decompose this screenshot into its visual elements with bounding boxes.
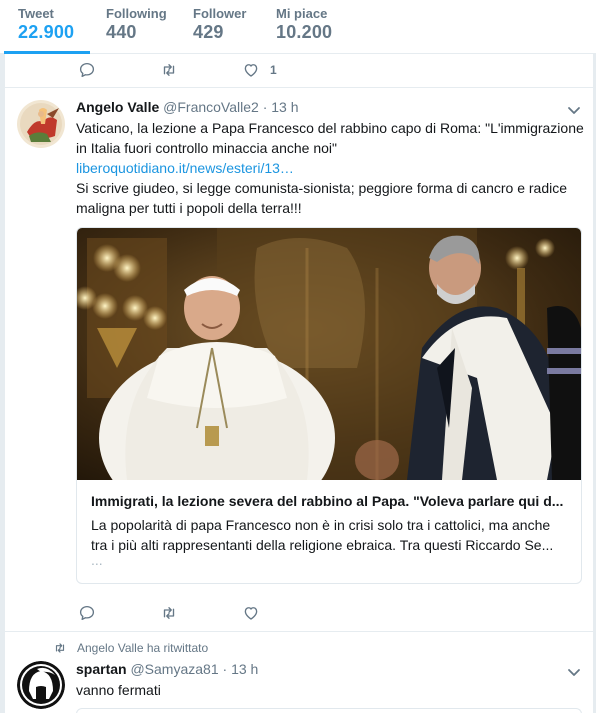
- retweet-icon: [163, 64, 175, 76]
- retweet-icon: [55, 643, 65, 653]
- profile-stats-bar: Tweet 22.900 Following 440 Follower 429 …: [0, 0, 596, 54]
- stat-followers-label: Follower: [193, 6, 247, 21]
- tweet-text-line: Si scrive giudeo, si legge comunista-sio…: [76, 180, 568, 196]
- author-name[interactable]: spartan: [76, 661, 127, 677]
- stat-following[interactable]: Following 440: [106, 6, 167, 43]
- stat-likes-label: Mi piace: [276, 6, 328, 21]
- tweet-divider: [5, 631, 593, 632]
- card-image: [77, 228, 581, 480]
- like-icon: [244, 64, 258, 77]
- retweet-button[interactable]: [160, 61, 178, 79]
- author-handle[interactable]: @Samyaza81: [130, 661, 218, 677]
- like-button[interactable]: [242, 604, 260, 622]
- chevron-down-icon[interactable]: [566, 102, 582, 118]
- reply-icon: [79, 605, 95, 621]
- tweet-text-line: vanno fermati: [76, 682, 161, 698]
- tweet-text: Vaticano, la lezione a Papa Francesco de…: [76, 118, 584, 218]
- stat-tweets-label: Tweet: [18, 6, 54, 21]
- card-desc-line: La popolarità di papa Francesco non è in…: [91, 517, 551, 533]
- stat-following-value: 440: [106, 22, 137, 42]
- tweet-text-line: in Italia fuori controllo minaccia anche…: [76, 140, 337, 156]
- reply-icon: [79, 62, 95, 78]
- stat-tweets-value: 22.900: [18, 22, 75, 42]
- retweet-context[interactable]: Angelo Valle ha ritwittato: [53, 641, 208, 655]
- stat-following-label: Following: [106, 6, 167, 21]
- stat-followers[interactable]: Follower 429: [193, 6, 246, 43]
- tweet-link[interactable]: liberoquotidiano.it/news/esteri/13…: [76, 158, 584, 178]
- retweet-button[interactable]: [160, 604, 178, 622]
- avatar[interactable]: [17, 661, 65, 709]
- spartan-helmet-icon: [17, 661, 65, 709]
- stat-tweets[interactable]: Tweet 22.900: [18, 6, 74, 43]
- card-desc-line: tra i più alti rappresentanti della reli…: [91, 537, 554, 553]
- retweet-context-label: Angelo Valle ha ritwittato: [77, 641, 209, 655]
- author-name[interactable]: Angelo Valle: [76, 99, 159, 115]
- tweet-header: spartan @Samyaza81 · 13 h: [76, 661, 259, 677]
- tweet-time[interactable]: 13 h: [231, 661, 258, 677]
- chevron-down-icon[interactable]: [566, 664, 582, 680]
- link-preview-card[interactable]: Immigrati, la lezione severa del rabbino…: [76, 227, 582, 584]
- reply-button[interactable]: [78, 604, 96, 622]
- reply-button[interactable]: [78, 61, 96, 79]
- like-button[interactable]: 1: [242, 61, 277, 79]
- stat-likes-value: 10.200: [276, 22, 333, 42]
- tweet-divider: [5, 87, 593, 88]
- card-title: Immigrati, la lezione severa del rabbino…: [91, 493, 564, 509]
- tweet-text: vanno fermati: [76, 680, 161, 700]
- like-icon: [244, 607, 258, 620]
- stat-followers-value: 429: [193, 22, 224, 42]
- like-count: 1: [270, 63, 277, 77]
- media-preview[interactable]: [76, 708, 582, 713]
- tweet-time[interactable]: 13 h: [271, 99, 298, 115]
- card-description: La popolarità di papa Francesco non è in…: [91, 515, 554, 568]
- card-desc-line: ...: [91, 552, 103, 568]
- author-handle[interactable]: @FrancoValle2: [163, 99, 259, 115]
- prev-tweet-actions: 1: [78, 61, 277, 79]
- stat-likes[interactable]: Mi piace 10.200: [276, 6, 332, 43]
- retweet-icon: [163, 607, 175, 619]
- tweet-text-line: maligna per tutti i popoli della terra!!…: [76, 200, 302, 216]
- timeline: 1 Angelo Valle @FrancoValle2 · 13 h Vati…: [4, 54, 594, 713]
- tweet-header: Angelo Valle @FrancoValle2 · 13 h: [76, 99, 299, 115]
- avatar[interactable]: [17, 100, 65, 148]
- tweet-text-line: Vaticano, la lezione a Papa Francesco de…: [76, 120, 584, 136]
- tweet-actions: [78, 604, 260, 622]
